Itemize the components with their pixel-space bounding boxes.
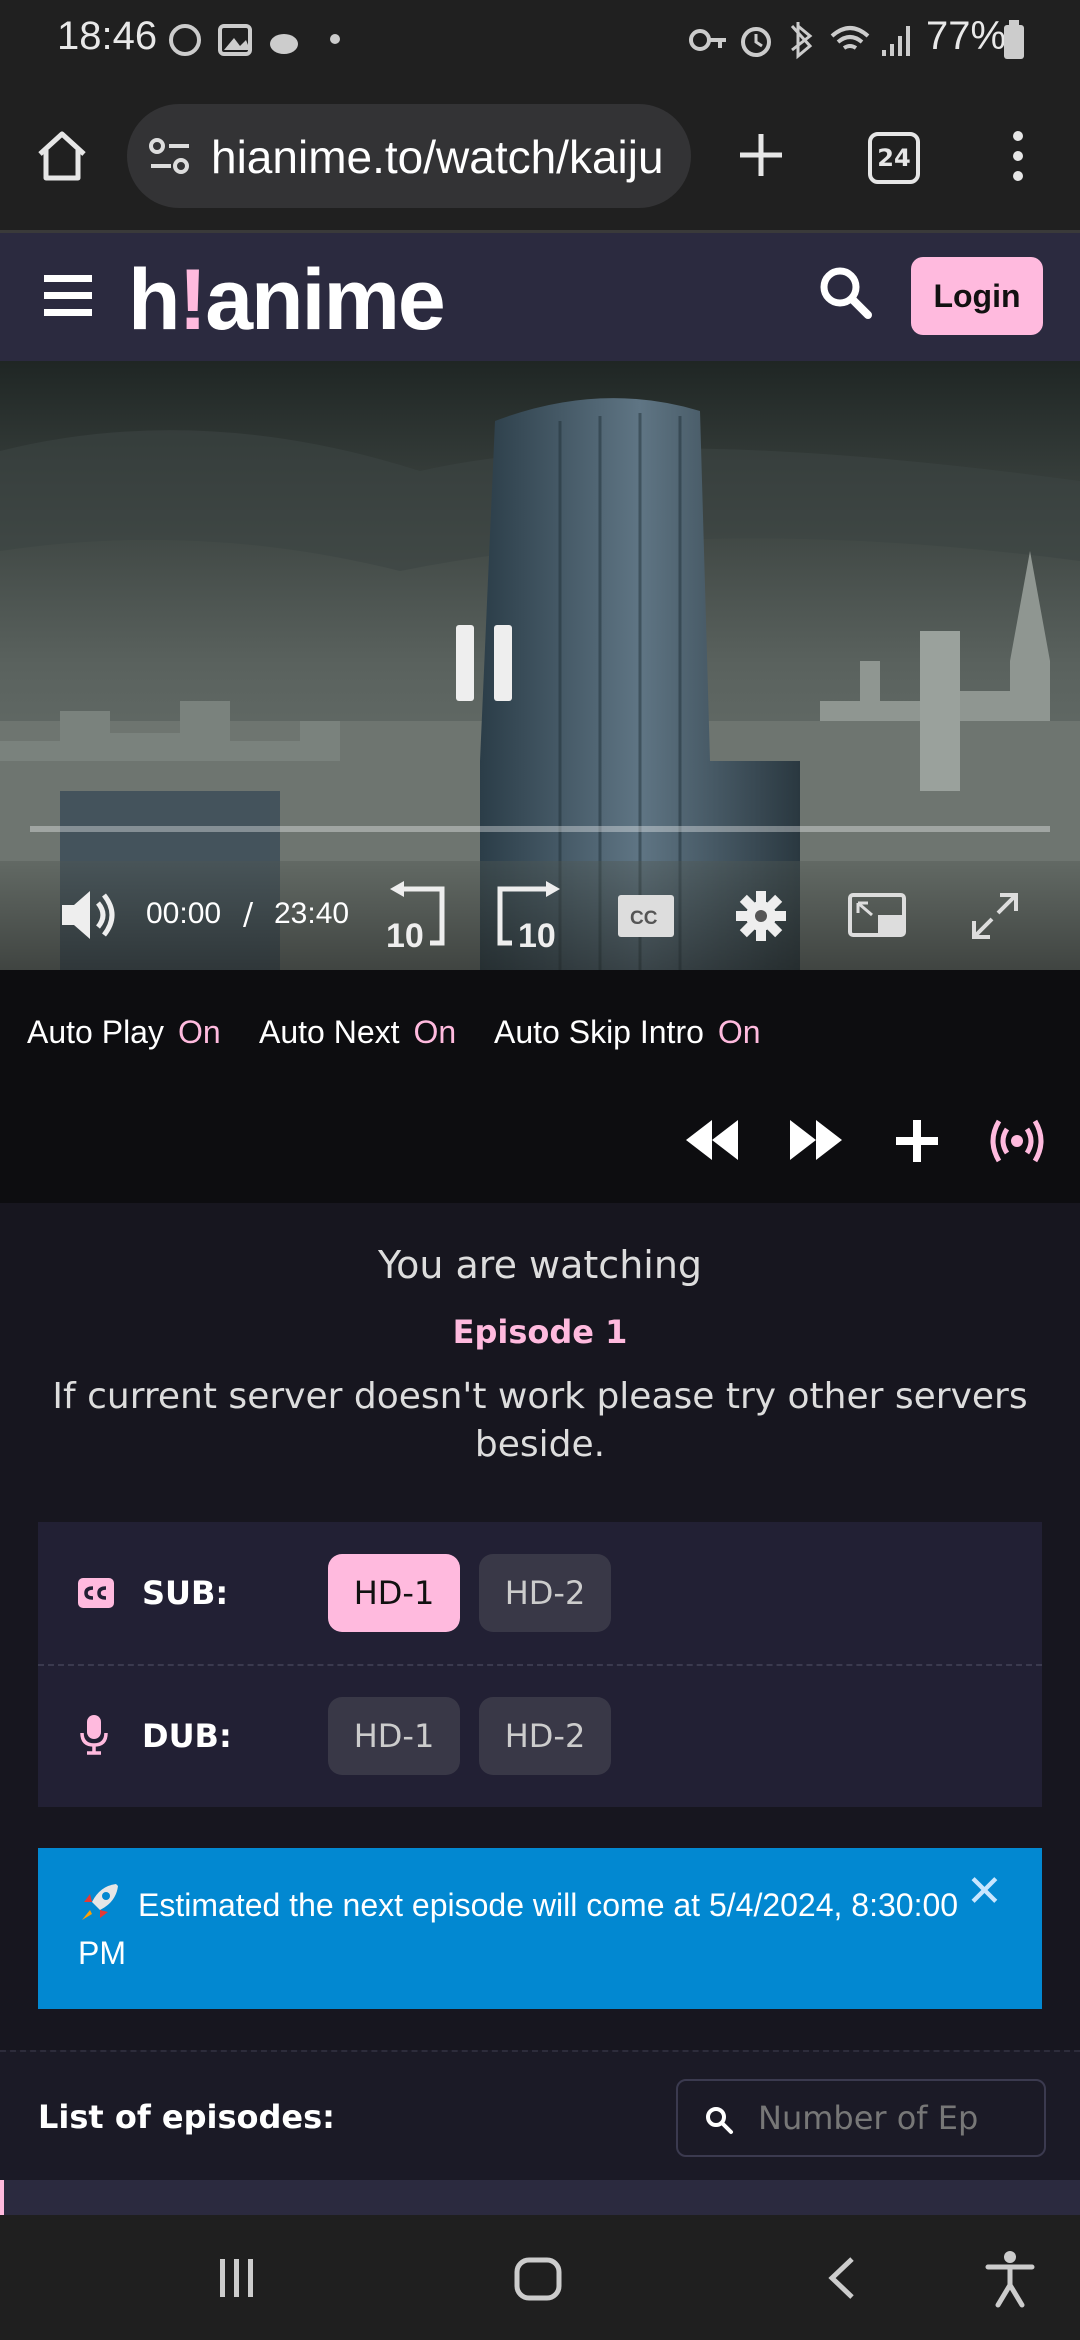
volume-icon[interactable]	[60, 889, 120, 941]
picture-in-picture-icon[interactable]	[848, 893, 908, 939]
rewind-10-icon[interactable]: 10	[382, 881, 452, 951]
site-logo[interactable]: h!anime	[128, 251, 446, 350]
toggle-auto-play[interactable]: Auto Play On	[27, 1014, 221, 1051]
episode-list-title: List of episodes:	[38, 2098, 335, 2136]
watching-heading: You are watching	[377, 1243, 703, 1287]
sub-server-hd1-button[interactable]: HD-1	[328, 1554, 460, 1632]
toggle-state: On	[413, 1014, 457, 1050]
login-button[interactable]: Login	[911, 257, 1043, 335]
search-icon[interactable]	[818, 263, 874, 323]
address-bar[interactable]: hianime.to/watch/kaiju	[127, 104, 691, 208]
site-header: h!anime Login	[0, 233, 1080, 361]
time-separator: /	[243, 897, 254, 932]
toggle-label: Auto Skip Intro	[494, 1014, 704, 1050]
logo-left: h	[128, 252, 181, 348]
episode-search-box[interactable]	[676, 2079, 1046, 2157]
toggle-label: Auto Next	[259, 1014, 400, 1050]
captions-icon[interactable]: CC	[618, 895, 674, 937]
server-selector: SUB: HD-1 HD-2 DUB: HD-1 HD-2	[38, 1522, 1042, 1807]
sub-label: SUB:	[142, 1574, 229, 1612]
broadcast-icon[interactable]	[990, 1116, 1044, 1166]
back-icon[interactable]	[826, 2255, 856, 2301]
forward-10-icon[interactable]: 10	[496, 881, 568, 951]
episode-search-icon	[706, 2107, 733, 2134]
close-banner-icon[interactable]: ✕	[966, 1866, 1003, 1917]
episode-list-item[interactable]	[0, 2180, 1080, 2215]
hamburger-menu-icon[interactable]	[44, 273, 92, 319]
video-player[interactable]: 00:00 / 23:40 10 10 CC	[0, 361, 1080, 970]
rocket-icon	[82, 1884, 118, 1920]
logo-right: anime	[205, 252, 446, 348]
toggle-state: On	[717, 1014, 761, 1050]
fullscreen-icon[interactable]	[970, 891, 1020, 941]
notification-dot	[330, 34, 340, 44]
next-episode-banner: Estimated the next episode will come at …	[38, 1848, 1042, 2009]
microphone-icon	[80, 1715, 108, 1755]
add-to-list-icon[interactable]	[894, 1118, 940, 1164]
duration: 23:40	[274, 897, 350, 930]
logo-bang: !	[178, 252, 208, 348]
home-icon[interactable]	[34, 128, 90, 184]
home-nav-icon[interactable]	[514, 2257, 562, 2301]
system-status-icons	[689, 22, 910, 60]
current-time: 00:00	[146, 897, 222, 930]
pause-icon[interactable]	[454, 623, 514, 703]
settings-gear-icon[interactable]	[736, 891, 786, 941]
player-options-bar: Auto Play On Auto Next On Auto Skip Intro O…	[0, 970, 1080, 1203]
sub-server-hd2-button[interactable]: HD-2	[479, 1554, 611, 1632]
battery-percent: 77%	[926, 14, 1007, 58]
player-controls: 00:00 / 23:40 10 10 CC	[0, 861, 1080, 970]
sub-server-row: SUB: HD-1 HD-2	[38, 1522, 1042, 1664]
notification-icons	[169, 24, 298, 56]
next-episode-text: Estimated the next episode will come at …	[78, 1887, 959, 1971]
status-bar: 18:46 77%	[0, 0, 1080, 80]
accessibility-icon[interactable]	[984, 2249, 1036, 2309]
cc-label: CC	[630, 908, 658, 929]
dub-server-hd1-button[interactable]: HD-1	[328, 1697, 460, 1775]
browser-toolbar: hianime.to/watch/kaiju 24	[0, 80, 1080, 233]
forward-seconds: 10	[518, 917, 556, 951]
tab-switcher[interactable]: 24	[868, 132, 920, 184]
toggle-auto-skip-intro[interactable]: Auto Skip Intro On	[494, 1014, 761, 1051]
rewind-seconds: 10	[386, 917, 424, 951]
new-tab-icon[interactable]	[736, 130, 786, 180]
episode-number-input[interactable]	[756, 2095, 1030, 2141]
dub-server-hd2-button[interactable]: HD-2	[479, 1697, 611, 1775]
status-time: 18:46	[57, 14, 158, 58]
toggle-auto-next[interactable]: Auto Next On	[259, 1014, 456, 1051]
url-text[interactable]: hianime.to/watch/kaiju	[211, 130, 677, 184]
system-navigation-bar	[0, 2215, 1080, 2340]
closed-captions-icon	[78, 1578, 114, 1608]
dub-label: DUB:	[142, 1717, 232, 1755]
server-note: If current server doesn't work please tr…	[52, 1376, 1028, 1465]
dub-server-row: DUB: HD-1 HD-2	[38, 1665, 1042, 1807]
battery-icon	[1004, 20, 1024, 59]
toggle-label: Auto Play	[27, 1014, 164, 1050]
browser-menu-icon[interactable]	[1006, 128, 1030, 184]
toggle-state: On	[177, 1014, 221, 1050]
progress-bar[interactable]	[30, 826, 1050, 832]
previous-episode-icon[interactable]	[686, 1120, 738, 1160]
recent-apps-icon[interactable]	[216, 2257, 258, 2299]
current-episode: Episode 1	[452, 1313, 628, 1351]
site-settings-icon[interactable]	[149, 138, 191, 176]
next-episode-icon[interactable]	[790, 1120, 842, 1160]
